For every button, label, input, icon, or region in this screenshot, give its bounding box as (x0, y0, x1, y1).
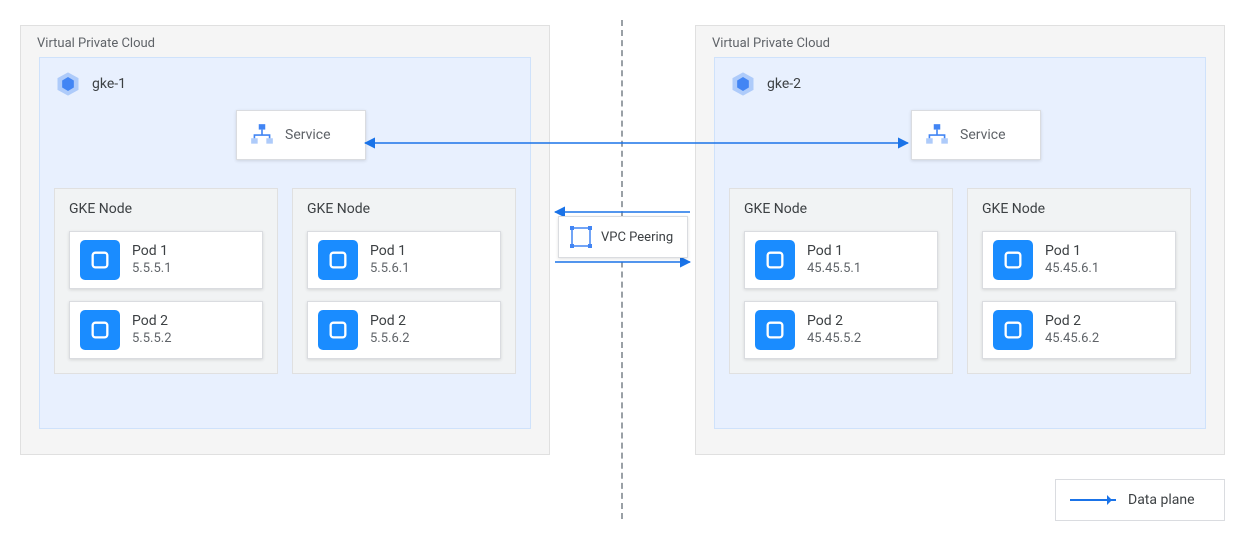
node-title: GKE Node (307, 201, 501, 217)
pod-ip: 45.45.5.1 (807, 261, 861, 277)
cluster-header-right: gke-2 (729, 70, 1191, 98)
pod-icon (755, 240, 795, 280)
vpc-peering-icon (569, 225, 593, 249)
service-label-right: Service (960, 127, 1006, 143)
pod-icon (318, 240, 358, 280)
pod-icon (318, 310, 358, 350)
service-card-left: Service (236, 110, 366, 160)
pod-name: Pod 2 (1045, 313, 1099, 331)
gke-cluster-left: gke-1 Service GKE Node (39, 57, 531, 429)
pod-card: Pod 1 5.5.6.1 (307, 231, 501, 289)
pod-name: Pod 1 (370, 243, 410, 261)
pod-name: Pod 2 (370, 313, 410, 331)
pod-card: Pod 2 5.5.5.2 (69, 301, 263, 359)
pod-name: Pod 2 (807, 313, 861, 331)
pod-card: Pod 2 5.5.6.2 (307, 301, 501, 359)
pod-card: Pod 2 45.45.5.2 (744, 301, 938, 359)
service-icon (924, 122, 950, 148)
cluster-name-right: gke-2 (767, 76, 801, 92)
legend-label: Data plane (1128, 492, 1195, 508)
pod-name: Pod 1 (132, 243, 172, 261)
pod-card: Pod 1 45.45.5.1 (744, 231, 938, 289)
cluster-header-left: gke-1 (54, 70, 516, 98)
pod-ip: 5.5.6.1 (370, 261, 410, 277)
diagram-canvas: Virtual Private Cloud gke-1 Service (0, 0, 1245, 539)
vpc-peering-label: VPC Peering (601, 230, 673, 245)
gke-node: GKE Node Pod 1 45.45.5.1 (729, 188, 953, 374)
legend-arrow-icon (1070, 499, 1116, 501)
vpc-left-title: Virtual Private Cloud (21, 26, 549, 57)
gke-node: GKE Node Pod 1 5.5.5.1 (54, 188, 278, 374)
gke-icon (729, 70, 757, 98)
gke-cluster-right: gke-2 Service GKE Node (714, 57, 1206, 429)
vpc-right: Virtual Private Cloud gke-2 Service (695, 25, 1225, 455)
node-title: GKE Node (744, 201, 938, 217)
pod-icon (80, 240, 120, 280)
pod-icon (993, 310, 1033, 350)
pod-name: Pod 2 (132, 313, 172, 331)
service-card-right: Service (911, 110, 1041, 160)
pod-ip: 45.45.5.2 (807, 331, 861, 347)
node-title: GKE Node (69, 201, 263, 217)
pod-ip: 5.5.6.2 (370, 331, 410, 347)
vpc-left: Virtual Private Cloud gke-1 Service (20, 25, 550, 455)
pod-ip: 5.5.5.2 (132, 331, 172, 347)
pod-name: Pod 1 (1045, 243, 1099, 261)
pod-icon (993, 240, 1033, 280)
vpc-right-title: Virtual Private Cloud (696, 26, 1224, 57)
gke-node: GKE Node Pod 1 45.45.6.1 (967, 188, 1191, 374)
pod-name: Pod 1 (807, 243, 861, 261)
vpc-peering-card: VPC Peering (558, 216, 688, 258)
cluster-name-left: gke-1 (92, 76, 126, 92)
node-title: GKE Node (982, 201, 1176, 217)
pod-card: Pod 1 45.45.6.1 (982, 231, 1176, 289)
gke-node: GKE Node Pod 1 5.5.6.1 (292, 188, 516, 374)
service-icon (249, 122, 275, 148)
pod-ip: 45.45.6.2 (1045, 331, 1099, 347)
network-boundary-divider (621, 20, 623, 519)
pod-ip: 5.5.5.1 (132, 261, 172, 277)
pod-ip: 45.45.6.1 (1045, 261, 1099, 277)
nodes-row-right: GKE Node Pod 1 45.45.5.1 (729, 188, 1191, 374)
pod-card: Pod 1 5.5.5.1 (69, 231, 263, 289)
pod-card: Pod 2 45.45.6.2 (982, 301, 1176, 359)
legend: Data plane (1055, 479, 1225, 521)
nodes-row-left: GKE Node Pod 1 5.5.5.1 (54, 188, 516, 374)
pod-icon (755, 310, 795, 350)
service-label-left: Service (285, 127, 331, 143)
gke-icon (54, 70, 82, 98)
pod-icon (80, 310, 120, 350)
